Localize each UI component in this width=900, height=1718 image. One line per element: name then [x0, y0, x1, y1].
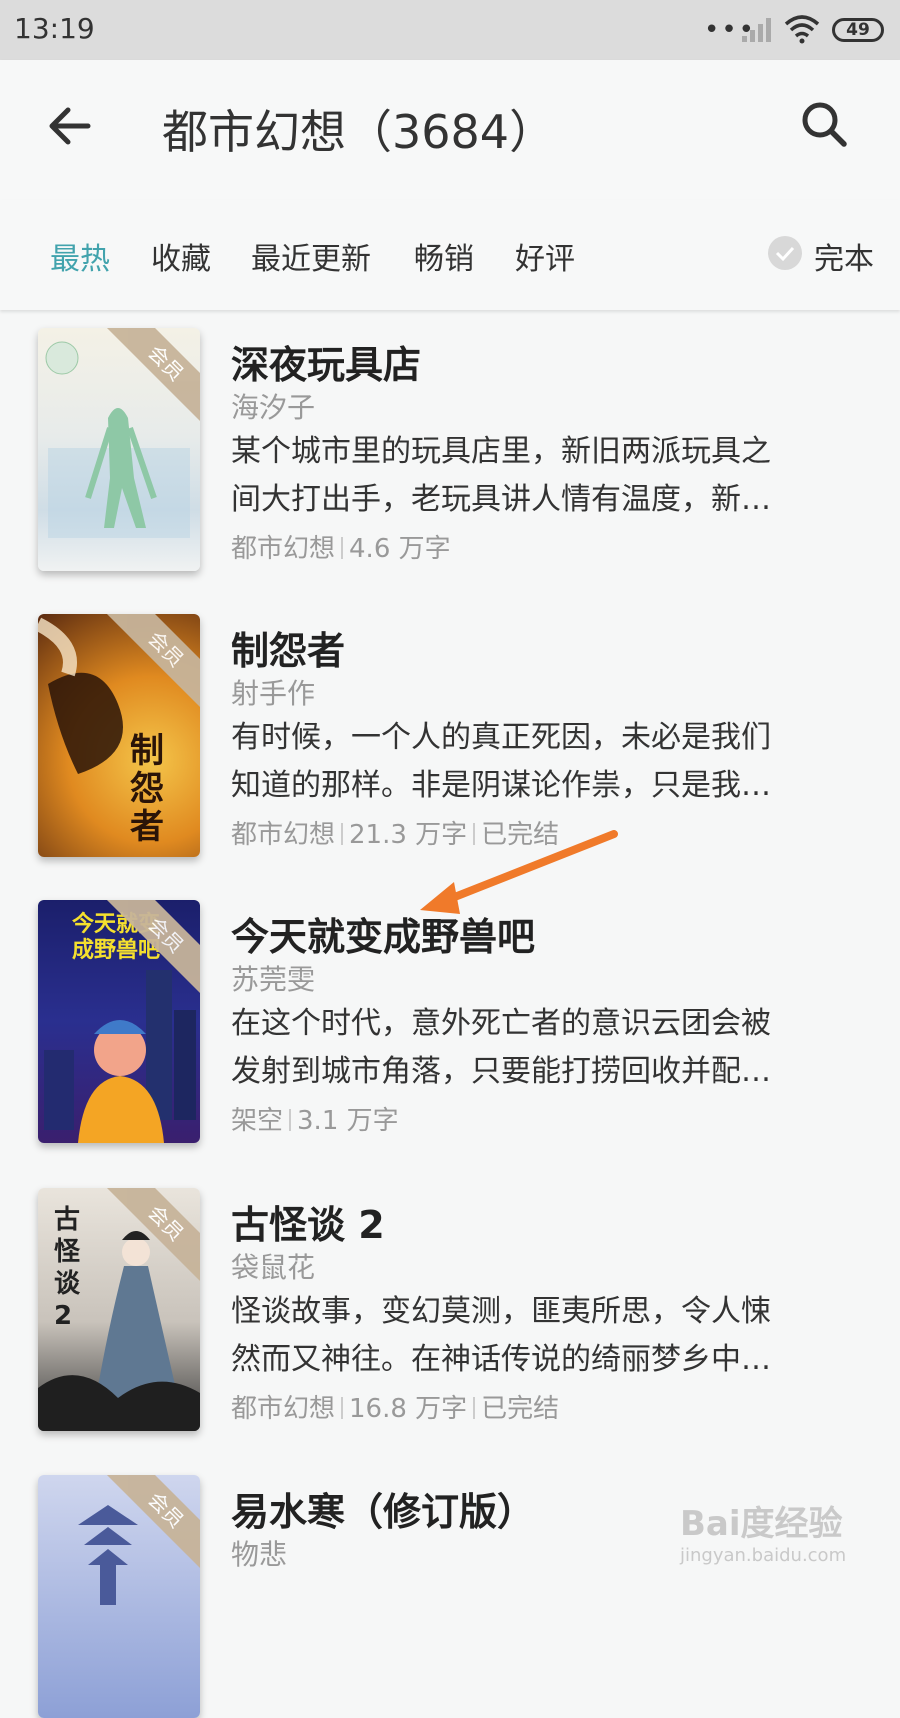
cover-title-text: 古怪谈2 [54, 1205, 81, 1331]
book-description: 怪谈故事，变幻莫测，匪夷所思，令人悚 然而又神往。在神话传说的绮丽梦乡中… [231, 1288, 861, 1384]
description-line: 间大打出手，老玩具讲人情有温度，新… [231, 482, 771, 517]
book-author: 射手作 [231, 677, 316, 710]
book-cover[interactable]: 今天就变成野兽吧 会员 [38, 900, 200, 1143]
book-description: 在这个时代，意外死亡者的意识云团会被 发射到城市角落，只要能打捞回收并配… [231, 1000, 861, 1096]
divider [341, 1397, 344, 1419]
book-title[interactable]: 易水寒（修订版） [231, 1481, 535, 1536]
book-description: 某个城市里的玩具店里，新旧两派玩具之 间大打出手，老玩具讲人情有温度，新… [231, 428, 861, 524]
book-genre: 都市幻想 [231, 1394, 336, 1424]
tab-top-rated[interactable]: 好评 [515, 234, 575, 278]
book-list-item[interactable]: 今天就变成野兽吧 会员 今天就变成野兽吧 苏莞雯 在这个时代，意外死亡者的意识云… [0, 900, 900, 1190]
book-meta: 都市幻想 4.6 万字 [231, 528, 451, 565]
description-line: 发射到城市角落，只要能打捞回收并配… [231, 1054, 771, 1089]
divider [473, 1397, 476, 1419]
book-cover[interactable]: 制怨者 会员 [38, 614, 200, 857]
book-word-count: 3.1 万字 [297, 1106, 399, 1136]
book-word-count: 4.6 万字 [349, 534, 451, 564]
book-title[interactable]: 制怨者 [231, 620, 345, 675]
annotation-arrow-icon [420, 830, 618, 914]
book-author: 物悲 [231, 1538, 288, 1571]
cell-signal-icon [742, 18, 771, 42]
book-description: 有时候，一个人的真正死因，未必是我们 知道的那样。非是阴谋论作祟，只是我… [231, 714, 861, 810]
page-title: 都市幻想（3684） [162, 105, 556, 159]
tab-hottest[interactable]: 最热 [50, 234, 110, 278]
book-author: 海汐子 [231, 391, 316, 424]
book-genre: 都市幻想 [231, 534, 336, 564]
tab-bestselling[interactable]: 畅销 [414, 234, 474, 278]
book-genre: 架空 [231, 1106, 284, 1136]
battery-indicator: 49 [832, 18, 884, 42]
description-line: 知道的那样。非是阴谋论作祟，只是我… [231, 768, 771, 803]
watermark: Bai度经验 jingyan.baidu.com [680, 1496, 846, 1566]
description-line: 某个城市里的玩具店里，新旧两派玩具之 [231, 434, 771, 469]
watermark-brand: Bai度经验 [680, 1504, 843, 1544]
description-line: 有时候，一个人的真正死因，未必是我们 [231, 720, 771, 755]
filter-bar: 最热 收藏 最近更新 畅销 好评 完本 [0, 200, 900, 310]
divider [341, 823, 344, 845]
divider [341, 537, 344, 559]
description-line: 然而又神往。在神话传说的绮丽梦乡中… [231, 1342, 771, 1377]
arrow-left-icon[interactable] [46, 106, 92, 146]
book-list-item[interactable]: 古怪谈2 会员 古怪谈 2 袋鼠花 怪谈故事，变幻莫测，匪夷所思，令人悚 然而又… [0, 1188, 900, 1478]
book-word-count: 16.8 万字 [349, 1394, 468, 1424]
book-cover[interactable]: 会员 [38, 1475, 200, 1718]
divider [289, 1109, 292, 1131]
status-time: 13:19 [14, 12, 95, 45]
book-meta: 架空 3.1 万字 [231, 1100, 399, 1137]
book-meta: 都市幻想 16.8 万字 已完结 [231, 1388, 559, 1425]
description-line: 怪谈故事，变幻莫测，匪夷所思，令人悚 [231, 1294, 771, 1329]
book-title[interactable]: 深夜玩具店 [231, 334, 421, 389]
book-list-item[interactable]: 会员 深夜玩具店 海汐子 某个城市里的玩具店里，新旧两派玩具之 间大打出手，老玩… [0, 328, 900, 618]
tab-favorites[interactable]: 收藏 [151, 234, 211, 278]
status-bar: 13:19 ••• 49 [0, 0, 900, 60]
finished-filter-label[interactable]: 完本 [814, 234, 874, 278]
app-header: 都市幻想（3684） [0, 60, 900, 200]
search-icon[interactable] [800, 100, 848, 148]
book-cover[interactable]: 古怪谈2 会员 [38, 1188, 200, 1431]
check-icon[interactable] [768, 236, 802, 270]
watermark-url: jingyan.baidu.com [680, 1545, 847, 1566]
book-genre: 都市幻想 [231, 820, 336, 850]
book-title[interactable]: 古怪谈 2 [231, 1194, 385, 1249]
book-author: 苏莞雯 [231, 963, 316, 996]
cover-title-text: 制怨者 [130, 731, 164, 847]
book-author: 袋鼠花 [231, 1251, 316, 1284]
wifi-icon [784, 15, 820, 44]
description-line: 在这个时代，意外死亡者的意识云团会被 [231, 1006, 771, 1041]
book-cover[interactable]: 会员 [38, 328, 200, 571]
tab-recent-updates[interactable]: 最近更新 [251, 234, 371, 278]
book-status: 已完结 [481, 1394, 560, 1424]
